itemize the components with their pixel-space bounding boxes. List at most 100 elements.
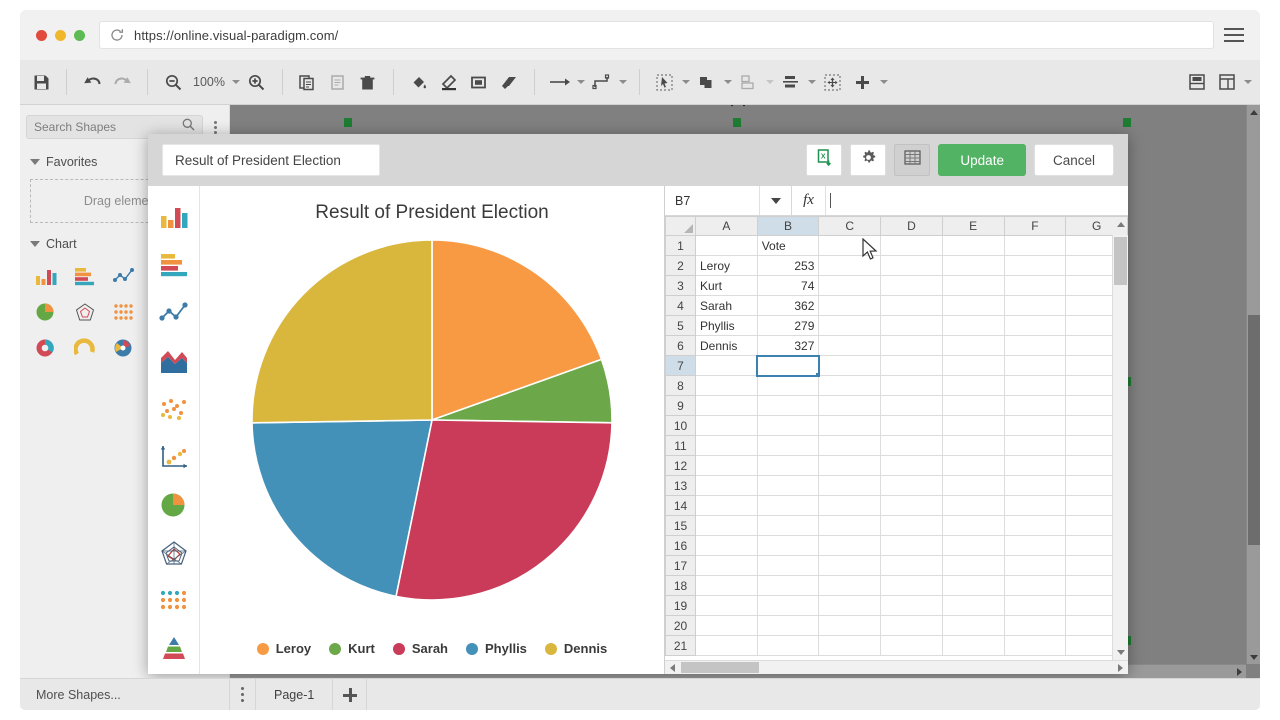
cell-d1[interactable] [880,235,943,256]
cell-a10[interactable] [695,415,758,436]
cell-f6[interactable] [1003,335,1067,356]
cell-b2[interactable]: 253 [756,255,820,276]
cell-b12[interactable] [756,455,820,476]
cell-e12[interactable] [941,455,1005,476]
cell-d16[interactable] [880,535,943,556]
pie-slice[interactable] [251,239,433,424]
cell-f15[interactable] [1003,515,1067,536]
cell-c18[interactable] [818,575,882,596]
cell-b6[interactable]: 327 [756,335,820,356]
line-chart-icon[interactable] [107,263,142,289]
cell-d12[interactable] [880,455,943,476]
cell-b16[interactable] [756,535,820,556]
cell-d4[interactable] [880,295,943,316]
cell-c3[interactable] [818,275,882,296]
cell-f17[interactable] [1003,555,1067,576]
radar-chart-type-icon[interactable] [157,536,191,570]
legend-item[interactable]: Phyllis [466,641,527,656]
cell-c9[interactable] [818,395,882,416]
cell-b9[interactable] [756,395,820,416]
cell-f9[interactable] [1003,395,1067,416]
cell-a17[interactable] [695,555,758,576]
select-dropdown-caret-icon[interactable] [680,67,692,97]
zoom-dropdown-caret-icon[interactable] [230,67,242,97]
reload-icon[interactable] [110,28,124,42]
column-header-d[interactable]: D [880,216,943,236]
datasheet-vertical-scrollbar[interactable] [1112,221,1128,660]
legend-item[interactable]: Dennis [544,641,607,656]
cell-f4[interactable] [1003,295,1067,316]
cell-a7[interactable] [695,355,758,376]
column-chart-icon[interactable] [28,263,63,289]
column-header-a[interactable]: A [695,216,758,236]
legend-item[interactable]: Leroy [256,641,311,656]
cell-a6[interactable]: Dennis [695,335,758,356]
cell-e2[interactable] [941,255,1005,276]
cell-a14[interactable] [695,495,758,516]
cell-a19[interactable] [695,595,758,616]
cell-f5[interactable] [1003,315,1067,336]
cell-e14[interactable] [941,495,1005,516]
bubble-chart-type-icon[interactable] [157,440,191,474]
cell-c20[interactable] [818,615,882,636]
add-icon[interactable] [848,67,878,97]
row-header-18[interactable]: 18 [665,575,696,596]
cell-f21[interactable] [1003,635,1067,656]
selection-handle-top-right[interactable] [1123,118,1131,127]
datasheet-vertical-scroll-thumb[interactable] [1114,237,1127,285]
selection-handle-top-center[interactable] [733,118,741,127]
cell-e3[interactable] [941,275,1005,296]
cell-b17[interactable] [756,555,820,576]
cell-b19[interactable] [756,595,820,616]
cell-b8[interactable] [756,375,820,396]
pie-chart-icon[interactable] [28,299,63,325]
cell-d19[interactable] [880,595,943,616]
name-box-dropdown-icon[interactable] [760,186,792,215]
formula-input[interactable] [826,186,1128,215]
row-header-1[interactable]: 1 [665,235,696,256]
polar-chart-icon[interactable] [107,335,142,361]
cell-f12[interactable] [1003,455,1067,476]
cell-a13[interactable] [695,475,758,496]
row-header-11[interactable]: 11 [665,435,696,456]
cell-e20[interactable] [941,615,1005,636]
row-header-10[interactable]: 10 [665,415,696,436]
cell-a16[interactable] [695,535,758,556]
cell-f16[interactable] [1003,535,1067,556]
cell-a2[interactable]: Leroy [695,255,758,276]
delete-icon[interactable] [353,67,383,97]
cell-d15[interactable] [880,515,943,536]
datasheet-grid-scroll[interactable]: ABCDEFG 1 Vote 2 Leroy 253 3 Kurt 74 4 Sarah 362 5 P… [665,216,1128,660]
move-icon[interactable] [818,67,848,97]
cell-b20[interactable] [756,615,820,636]
close-window-button[interactable] [36,29,47,41]
cell-c5[interactable] [818,315,882,336]
cell-c11[interactable] [818,435,882,456]
cell-a1[interactable] [695,235,758,256]
layout-icon[interactable] [1182,67,1212,97]
cell-f7[interactable] [1003,355,1067,376]
cell-f11[interactable] [1003,435,1067,456]
cell-d3[interactable] [880,275,943,296]
cell-e6[interactable] [941,335,1005,356]
address-bar[interactable]: https://online.visual-paradigm.com/ [99,21,1214,49]
canvas-scroll-up-button[interactable] [1247,105,1260,119]
cell-c16[interactable] [818,535,882,556]
donut-chart-icon[interactable] [28,335,63,361]
row-header-9[interactable]: 9 [665,395,696,416]
row-header-7[interactable]: 7 [665,355,696,376]
line-color-icon[interactable] [434,67,464,97]
cell-e13[interactable] [941,475,1005,496]
canvas-vertical-scrollbar[interactable] [1246,105,1260,664]
cell-b1[interactable]: Vote [756,235,820,256]
cell-f3[interactable] [1003,275,1067,296]
fill-color-icon[interactable] [404,67,434,97]
row-header-6[interactable]: 6 [665,335,696,356]
cancel-button[interactable]: Cancel [1033,144,1114,176]
chart-settings-button[interactable] [850,144,887,176]
cell-f8[interactable] [1003,375,1067,396]
row-header-15[interactable]: 15 [665,515,696,536]
chart-title-input[interactable]: Result of President Election [162,144,380,176]
more-shapes-button[interactable]: More Shapes... [20,679,230,710]
legend-item[interactable]: Sarah [392,641,448,656]
